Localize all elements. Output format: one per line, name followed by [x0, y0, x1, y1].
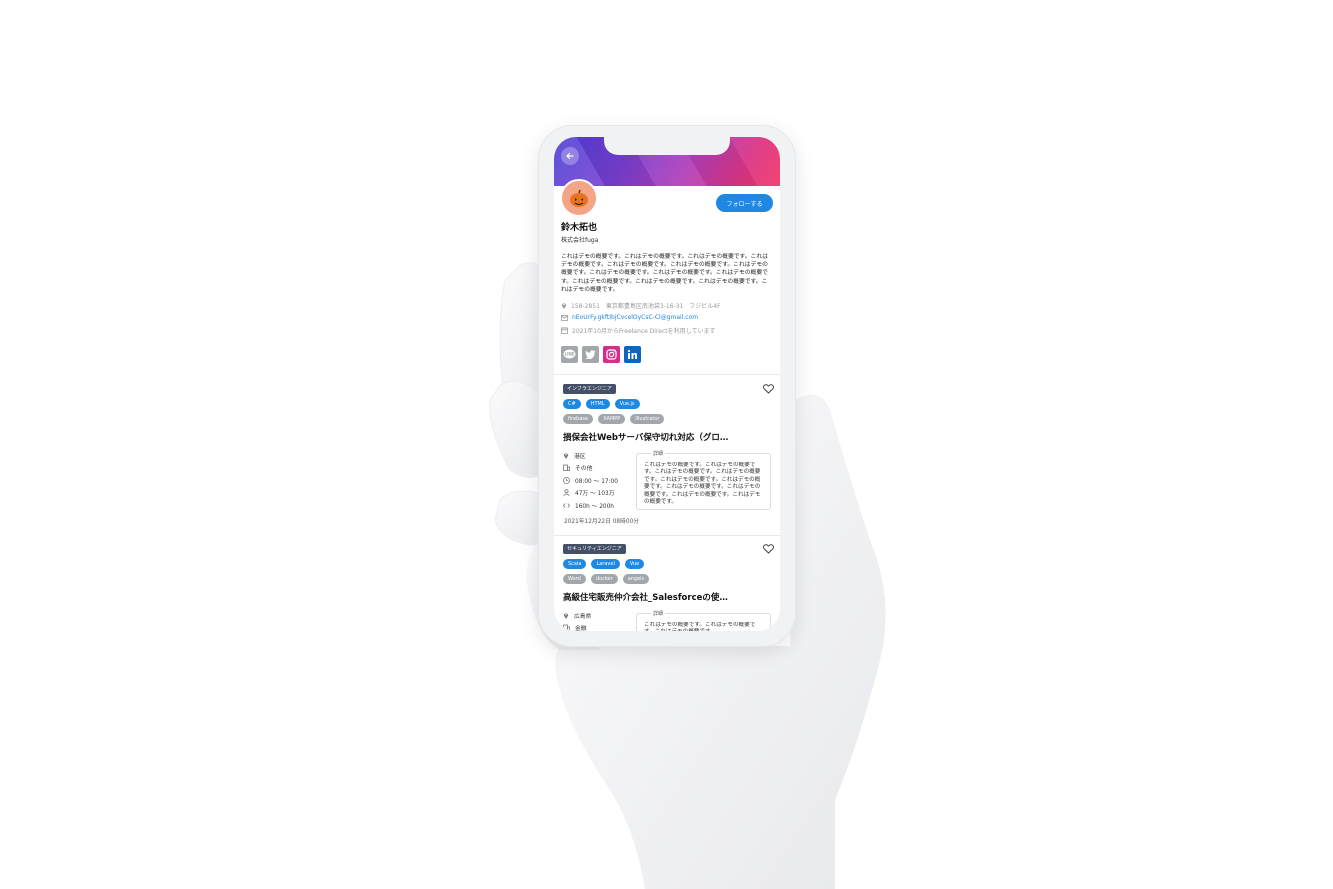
app-screen: フォローする 鈴木拓也 株式会社fuga これはデモの概要です。これはデモの概要…: [554, 137, 780, 631]
skill-tag: HTML: [585, 399, 610, 409]
primary-skill-tags: Scala Laravel Vue: [563, 559, 645, 569]
job-detail-box: 詳細 これはデモの概要です。これはデモの概要です。これはデモの概要です。これはデ…: [636, 450, 771, 510]
job-detail-label: 詳細: [651, 450, 666, 457]
profile-address-text: 158-2851 東京都豊島区南池袋3-16-31 フジビル4F: [571, 303, 721, 310]
secondary-skill-tags: Word docker angels: [563, 574, 650, 584]
job-industry: その他: [563, 462, 633, 475]
follow-button[interactable]: フォローする: [716, 194, 773, 212]
social-links: LINE: [561, 346, 641, 363]
line-icon[interactable]: LINE: [561, 346, 578, 363]
clock-icon: [563, 476, 570, 484]
avatar: [560, 179, 598, 217]
job-card[interactable]: セキュリティエンジニア Scala Laravel Vue Word docke…: [554, 535, 780, 631]
profile-since: 2021年10月からFreelance Directを利用しています: [561, 326, 715, 335]
skill-tag: Illustrator: [630, 414, 665, 424]
job-detail-label: 詳細: [651, 610, 666, 617]
svg-text:LINE: LINE: [564, 352, 574, 357]
profile-bio: これはデモの概要です。これはデモの概要です。これはデモの概要です。これはデモの概…: [561, 254, 768, 293]
profile-company: 株式会社fuga: [561, 237, 599, 244]
job-info-list: 広島県 金融: [563, 609, 633, 631]
job-detail-text: これはデモの概要です。これはデモの概要です。これはデモの概要です。これはデモの概…: [644, 462, 761, 506]
job-location: 港区: [563, 449, 633, 462]
job-detail-text: これはデモの概要です。これはデモの概要です。これはデモの概要です。: [644, 622, 756, 631]
skill-tag: angels: [622, 574, 650, 584]
skill-tag: docker: [590, 574, 618, 584]
profile-email[interactable]: nEoUrFy.gkftIbjCvcelOyCsC-Cl@gmail.com: [561, 314, 698, 321]
building-icon: [563, 464, 570, 472]
linkedin-icon[interactable]: [624, 346, 641, 363]
job-industry-text: その他: [575, 466, 593, 473]
instagram-icon[interactable]: [603, 346, 620, 363]
job-hours: 08:00 ～ 17:00: [563, 474, 633, 487]
job-posted-date: 2021年12月22日 08時00分: [564, 519, 640, 525]
profile-name: 鈴木拓也: [561, 223, 598, 233]
skill-tag: C#: [563, 399, 581, 409]
primary-skill-tags: C# HTML Vue.js: [563, 399, 640, 409]
phone-notch: [604, 137, 730, 155]
profile-address: 158-2851 東京都豊島区南池袋3-16-31 フジビル4F: [561, 301, 721, 310]
job-hours-text: 08:00 ～ 17:00: [575, 478, 618, 485]
heart-icon[interactable]: [763, 384, 774, 394]
building-icon: [563, 624, 570, 631]
skill-tag: Laravel: [591, 559, 620, 569]
code-icon: [563, 502, 570, 508]
job-detail-box: 詳細 これはデモの概要です。これはデモの概要です。これはデモの概要です。: [636, 610, 771, 631]
arrow-left-icon: [566, 152, 574, 160]
twitter-icon[interactable]: [582, 346, 599, 363]
secondary-skill-tags: firebase XAMPP Illustrator: [563, 414, 665, 424]
job-work-time-text: 160h ～ 200h: [575, 503, 614, 510]
person-icon: [563, 489, 570, 497]
back-button[interactable]: [561, 147, 579, 165]
skill-tag: Vue: [624, 559, 645, 569]
job-location-text: 港区: [574, 453, 586, 460]
job-category-badge: セキュリティエンジニア: [563, 544, 626, 554]
job-salary-text: 47万 ～ 103万: [575, 491, 615, 498]
job-work-time: 160h ～ 200h: [563, 499, 633, 512]
job-industry-text: 金融: [575, 626, 587, 631]
job-salary: 47万 ～ 103万: [563, 487, 633, 500]
skill-tag: firebase: [563, 414, 594, 424]
job-info-list: 港区 その他 08:00 ～ 17:00 47万 ～ 103万 160h ～ 2…: [563, 449, 633, 512]
location-pin-icon: [561, 303, 567, 309]
skill-tag: Scala: [563, 559, 587, 569]
calendar-icon: [561, 327, 568, 334]
location-pin-icon: [563, 613, 569, 619]
job-industry: 金融: [563, 622, 633, 631]
pumpkin-icon: [570, 189, 588, 207]
job-category-badge: インフラエンジニア: [563, 384, 616, 394]
job-card[interactable]: インフラエンジニア C# HTML Vue.js firebase XAMPP …: [554, 375, 780, 535]
skill-tag: Vue.js: [614, 399, 640, 409]
heart-icon[interactable]: [763, 544, 774, 554]
mail-icon: [561, 314, 568, 321]
location-pin-icon: [563, 453, 569, 459]
job-title[interactable]: 損保会社Webサーバ保守切れ対応（グロ…: [563, 431, 763, 443]
skill-tag: Word: [563, 574, 586, 584]
profile-email-text[interactable]: nEoUrFy.gkftIbjCvcelOyCsC-Cl@gmail.com: [572, 314, 698, 321]
skill-tag: XAMPP: [598, 414, 626, 424]
job-location: 広島県: [563, 609, 633, 622]
job-location-text: 広島県: [574, 613, 592, 620]
profile-since-text: 2021年10月からFreelance Directを利用しています: [572, 328, 716, 335]
job-title[interactable]: 高級住宅販売仲介会社_Salesforceの使…: [563, 591, 763, 603]
